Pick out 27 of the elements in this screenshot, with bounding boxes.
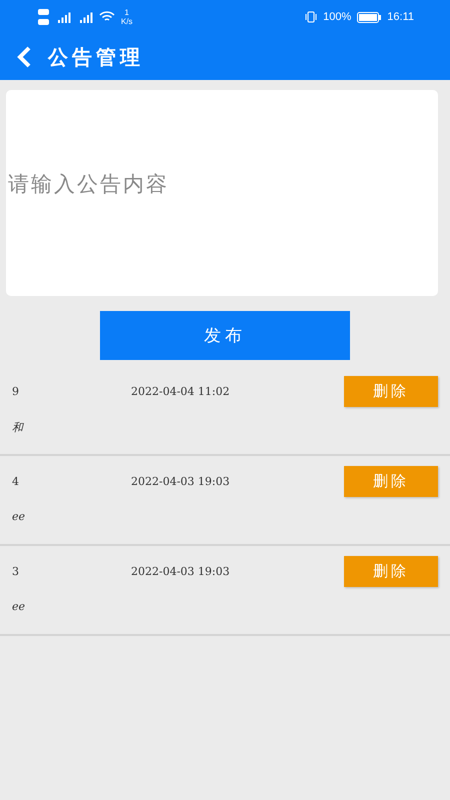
delete-button[interactable]: 删除 xyxy=(344,376,438,406)
notice-content: ee xyxy=(12,510,26,523)
notice-id: 3 xyxy=(12,564,20,578)
notice-id: 9 xyxy=(12,384,20,398)
notice-time: 2022-04-03 19:03 xyxy=(131,474,231,488)
back-icon xyxy=(16,46,32,68)
vibrate-icon xyxy=(305,11,318,23)
notice-input-field[interactable]: 请输入公告内容 xyxy=(6,90,438,296)
delete-button[interactable]: 删除 xyxy=(344,556,438,586)
back-button[interactable] xyxy=(16,46,32,68)
notice-content: ee xyxy=(12,600,26,613)
page-title: 公告管理 xyxy=(48,44,144,70)
notice-id: 4 xyxy=(12,474,20,488)
battery-percent: 100% xyxy=(323,11,352,23)
notice-time: 2022-04-04 11:02 xyxy=(131,384,231,398)
battery-icon xyxy=(357,12,382,22)
clock: 16:11 xyxy=(387,11,414,23)
signal-icon xyxy=(77,12,93,22)
publish-button[interactable]: 发布 xyxy=(100,311,350,360)
network-speed: 1 xyxy=(124,8,129,17)
signal-icon xyxy=(55,12,71,22)
wifi-icon xyxy=(99,11,115,23)
hd-icon xyxy=(38,9,49,25)
notice-content: 和 xyxy=(12,420,25,435)
delete-button[interactable]: 删除 xyxy=(344,466,438,496)
notice-time: 2022-04-03 19:03 xyxy=(131,564,231,578)
speed-unit: K/s xyxy=(121,17,133,26)
